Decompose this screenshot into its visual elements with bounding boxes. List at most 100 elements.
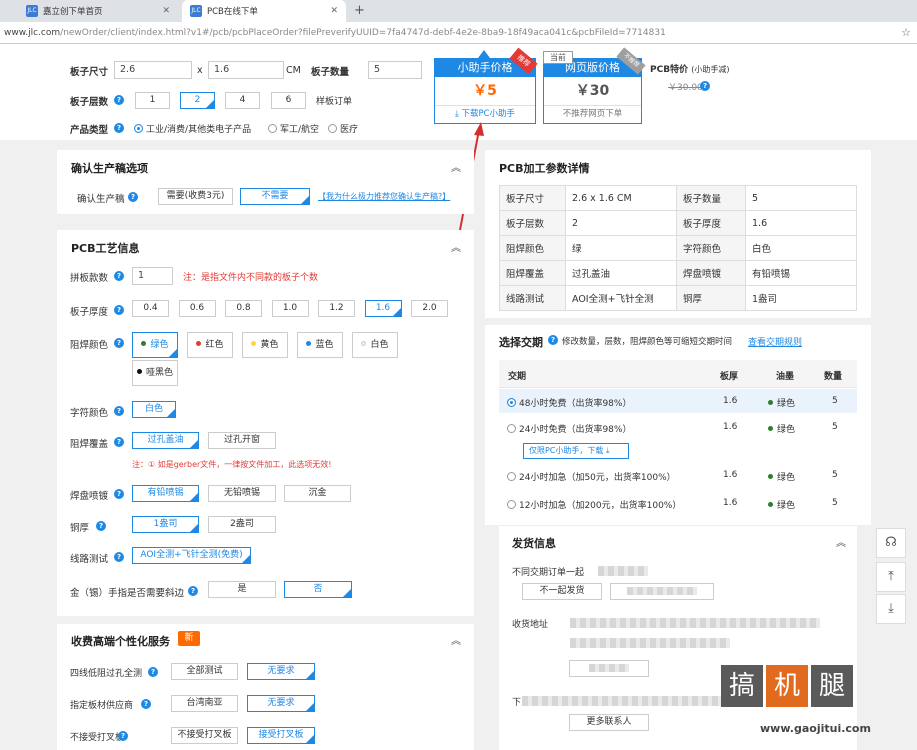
- premium-option-selected[interactable]: 接受打叉板: [247, 727, 315, 744]
- delivery-rules-link[interactable]: 查看交期规则: [748, 335, 802, 348]
- type-option[interactable]: 医疗: [328, 122, 358, 135]
- type-option-selected[interactable]: 工业/消费/其他类电子产品: [134, 122, 251, 135]
- helper-only-button[interactable]: 仅限PC小助手，下载 ⤓: [523, 443, 629, 459]
- more-contacts-button[interactable]: 更多联系人: [569, 714, 649, 731]
- layer-option[interactable]: 6: [271, 92, 306, 109]
- color-dot-icon: [196, 341, 202, 346]
- confirm-option[interactable]: 需要(收费3元): [158, 188, 233, 205]
- size-x: x: [197, 65, 203, 76]
- size-unit: CM: [286, 65, 301, 76]
- thickness-option[interactable]: 0.8: [225, 300, 262, 317]
- help-icon[interactable]: ?: [548, 335, 558, 345]
- premium-option-selected[interactable]: 无要求: [247, 695, 315, 712]
- collapse-icon[interactable]: ︽: [451, 159, 461, 174]
- size-height-input[interactable]: 1.6: [208, 61, 284, 79]
- confirm-option-selected[interactable]: 不需要: [240, 188, 310, 205]
- mask-cover-label: 阻焊覆盖: [70, 439, 109, 450]
- delivery-option[interactable]: 24小时免费（出货率98%）: [507, 422, 631, 435]
- help-icon[interactable]: ?: [700, 81, 710, 91]
- premium-title: 收费高端个性化服务: [71, 635, 170, 648]
- premium-option-selected[interactable]: 无要求: [247, 663, 315, 680]
- bookmark-star-icon[interactable]: ☆: [901, 26, 911, 39]
- scroll-top-icon[interactable]: ⤒: [876, 562, 906, 592]
- address-button[interactable]: [569, 660, 649, 677]
- size-width-input[interactable]: 2.6: [114, 61, 192, 79]
- new-tab-button[interactable]: +: [354, 3, 365, 18]
- collapse-icon[interactable]: ︽: [836, 534, 846, 549]
- bevel-option[interactable]: 是: [208, 581, 276, 598]
- web-price-card[interactable]: 网页版价格 ￥30 不推荐网页下单: [543, 58, 642, 124]
- help-icon[interactable]: ?: [188, 586, 198, 596]
- copper-option[interactable]: 2盎司: [208, 516, 276, 533]
- help-icon[interactable]: ?: [114, 338, 124, 348]
- details-title: PCB加工参数详情: [499, 162, 590, 175]
- not-together-button[interactable]: 不一起发货: [522, 583, 602, 600]
- address-bar[interactable]: www.jlc.com/newOrder/client/index.html?v…: [0, 22, 917, 44]
- premium-option[interactable]: 全部测试: [171, 663, 238, 680]
- close-icon[interactable]: ✕: [162, 6, 170, 16]
- help-icon[interactable]: ?: [114, 271, 124, 281]
- thickness-option[interactable]: 1.2: [318, 300, 355, 317]
- help-icon[interactable]: ?: [114, 489, 124, 499]
- mask-option[interactable]: 白色: [352, 332, 398, 358]
- thickness-option[interactable]: 0.4: [132, 300, 169, 317]
- thickness-option[interactable]: 2.0: [411, 300, 448, 317]
- surface-option-selected[interactable]: 有铅喷锡: [132, 485, 199, 502]
- test-option-selected[interactable]: AOI全测+飞针全测(免费): [132, 547, 251, 564]
- close-icon[interactable]: ✕: [330, 6, 338, 16]
- help-icon[interactable]: ?: [114, 305, 124, 315]
- cover-option-selected[interactable]: 过孔盖油: [132, 432, 199, 449]
- layer-option-selected[interactable]: 2: [180, 92, 215, 109]
- qty-input[interactable]: 5: [368, 61, 422, 79]
- details-key: 线路测试: [499, 285, 566, 311]
- bevel-option-selected[interactable]: 否: [284, 581, 352, 598]
- help-icon[interactable]: ?: [148, 667, 158, 677]
- collapse-icon[interactable]: ︽: [451, 239, 461, 254]
- panel-count-input[interactable]: 1: [132, 267, 173, 285]
- premium-option[interactable]: 台湾南亚: [171, 695, 238, 712]
- mask-option[interactable]: 黄色: [242, 332, 288, 358]
- thickness-option-selected[interactable]: 1.6: [364, 300, 402, 317]
- layer-option[interactable]: 4: [225, 92, 260, 109]
- help-icon[interactable]: ?: [114, 406, 124, 416]
- thickness-option[interactable]: 1.0: [271, 300, 309, 317]
- col-qty: 数量: [824, 372, 843, 382]
- help-icon[interactable]: ?: [114, 437, 124, 447]
- help-icon[interactable]: ?: [114, 123, 124, 133]
- tab-pcb-order[interactable]: JLC PCB在线下单 ✕: [182, 0, 346, 22]
- collapse-icon[interactable]: ︽: [451, 632, 461, 647]
- surface-option[interactable]: 沉金: [284, 485, 351, 502]
- mask-option-selected[interactable]: 绿色: [132, 332, 178, 358]
- scroll-bottom-icon[interactable]: ⤓: [876, 594, 906, 624]
- help-icon[interactable]: ?: [114, 552, 124, 562]
- help-icon[interactable]: ?: [96, 521, 106, 531]
- download-helper-link[interactable]: ⤓ 下载PC小助手: [435, 105, 535, 122]
- premium-option[interactable]: 不接受打叉板: [171, 727, 238, 744]
- confirm-why-link[interactable]: 【我为什么极力推荐您确认生产稿?】: [318, 191, 450, 202]
- type-option[interactable]: 军工/航空: [268, 122, 319, 135]
- surface-label: 焊盘喷镀: [70, 491, 109, 502]
- details-row: 阻焊覆盖 过孔盖油 焊盘喷镀 有铅喷锡: [499, 260, 857, 286]
- help-icon[interactable]: ?: [128, 192, 138, 202]
- thickness-option[interactable]: 0.6: [178, 300, 216, 317]
- delivery-qty: 5: [832, 422, 838, 432]
- help-icon[interactable]: ?: [141, 699, 151, 709]
- tab-home[interactable]: JLC 嘉立创下单首页 ✕: [18, 0, 178, 22]
- delivery-option[interactable]: 24小时加急（加50元，出货率100%）: [507, 470, 676, 483]
- together-button[interactable]: [610, 583, 714, 600]
- delivery-option-label: 24小时加急（加50元，出货率100%）: [519, 473, 676, 483]
- delivery-option-selected[interactable]: 48小时免费（出货率98%）: [507, 396, 631, 409]
- mask-option[interactable]: 蓝色: [297, 332, 343, 358]
- support-headset-icon[interactable]: ☊: [876, 528, 906, 558]
- mask-option[interactable]: 哑黑色: [132, 360, 178, 386]
- help-icon[interactable]: ?: [114, 95, 124, 105]
- surface-option[interactable]: 无铅喷锡: [208, 485, 276, 502]
- copper-option-selected[interactable]: 1盎司: [132, 516, 199, 533]
- delivery-option[interactable]: 12小时加急（加200元，出货率100%）: [507, 498, 681, 511]
- help-icon[interactable]: ?: [118, 731, 128, 741]
- cover-option[interactable]: 过孔开窗: [208, 432, 276, 449]
- mask-option[interactable]: 红色: [187, 332, 233, 358]
- silk-option-selected[interactable]: 白色: [132, 401, 176, 418]
- delivery-ink-label: 绿色: [777, 473, 796, 483]
- layer-option[interactable]: 1: [135, 92, 170, 109]
